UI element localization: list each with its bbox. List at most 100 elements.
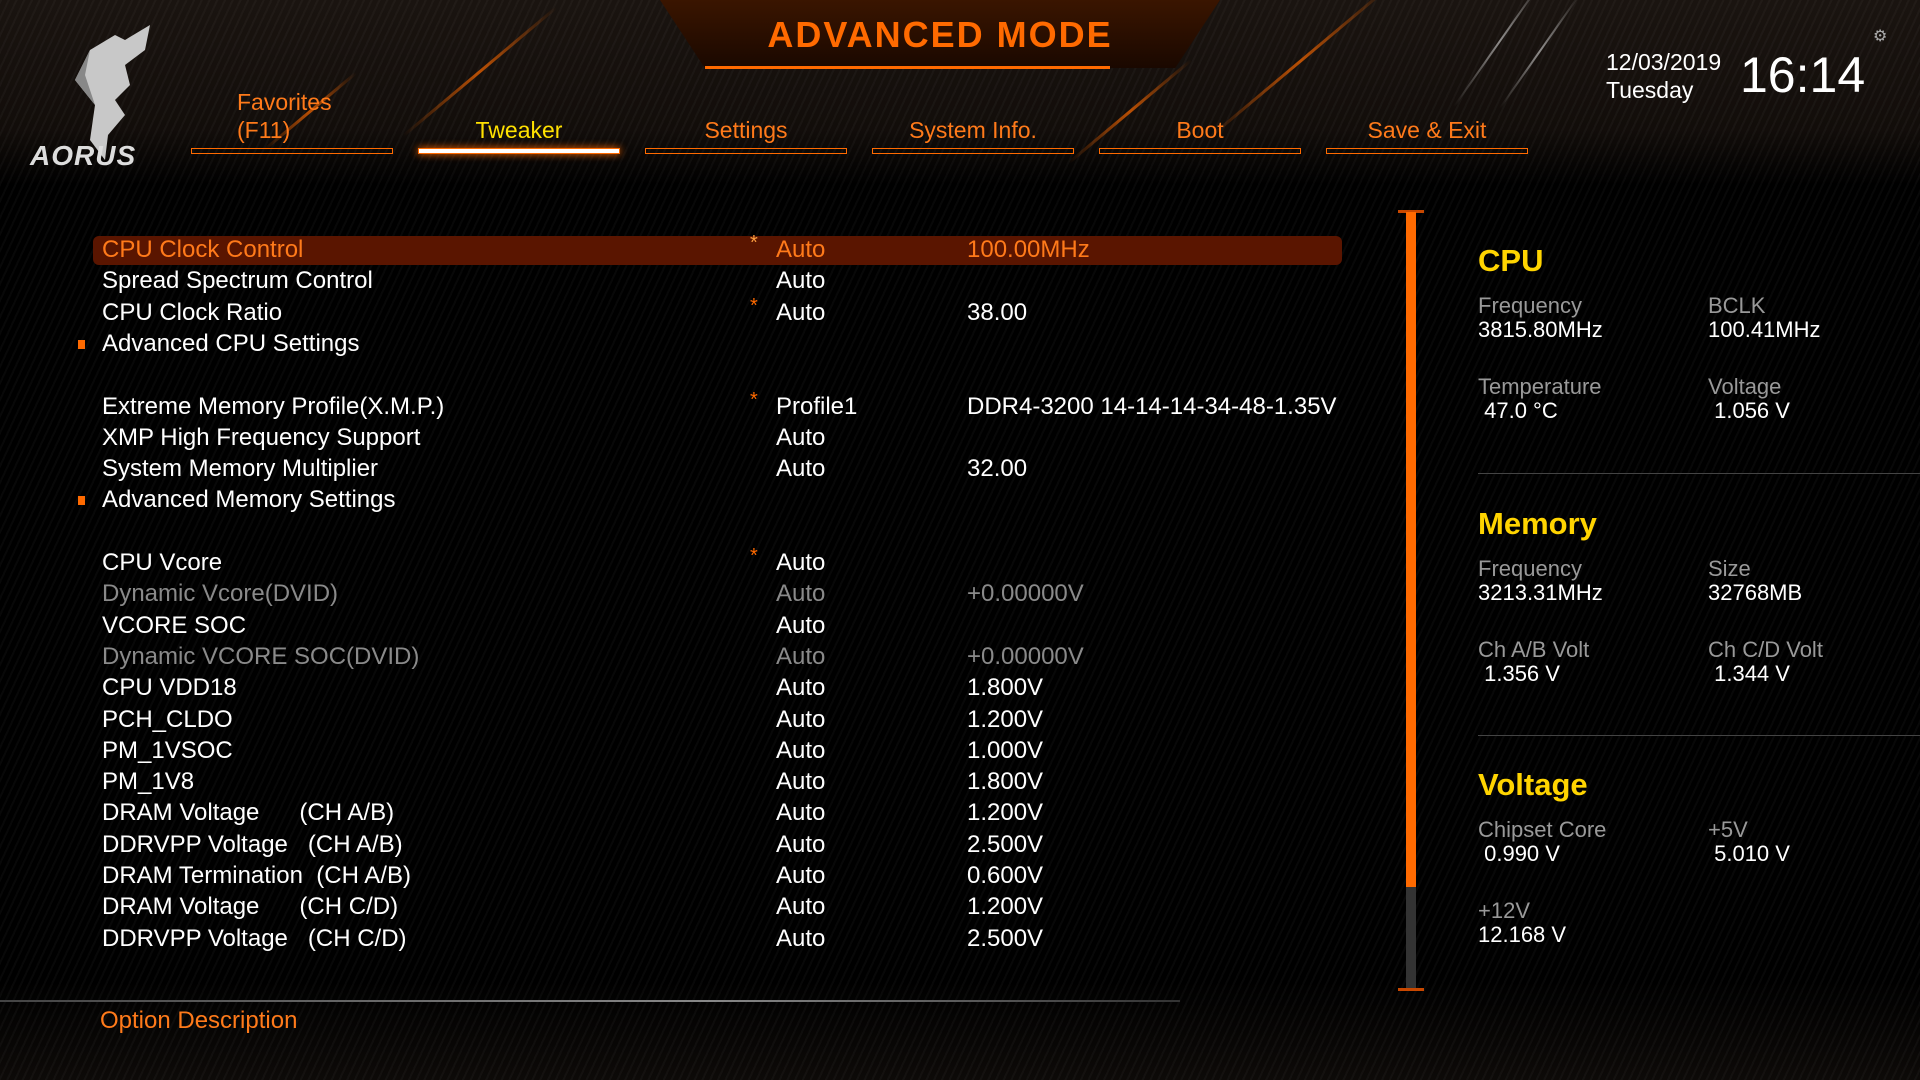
setting-value[interactable]: Auto (776, 860, 825, 891)
gear-icon[interactable]: ⚙ (1873, 26, 1887, 46)
aorus-logo-text: AORUS (30, 140, 137, 171)
star-icon: * (750, 294, 758, 317)
setting-row[interactable]: VCORE SOC Auto (0, 610, 1360, 641)
setting-label: DRAM Voltage (CH C/D) (102, 893, 399, 921)
setting-label: PM_1VSOC (102, 736, 233, 764)
setting-row[interactable]: CPU Clock Ratio * Auto 38.00 (0, 295, 1360, 328)
setting-value[interactable]: Auto (776, 641, 825, 672)
tab-label: Tweaker (475, 117, 563, 143)
tab-settings[interactable]: Settings (645, 84, 847, 154)
setting-value[interactable]: Auto (776, 829, 825, 860)
cpu-temp-label: Temperature (1478, 374, 1602, 399)
setting-current-value: 1.200V (967, 705, 1044, 733)
setting-label: Extreme Memory Profile(X.M.P.) (102, 392, 445, 420)
setting-row[interactable]: XMP High Frequency Support Auto (0, 422, 1360, 453)
tab-label: Favorites (F11) (237, 89, 332, 143)
setting-value[interactable]: Auto (776, 234, 825, 265)
tab-underline (418, 148, 620, 154)
setting-current-value: 1.200V (967, 893, 1044, 921)
setting-label: DRAM Termination (CH A/B) (102, 862, 411, 889)
setting-current-value: 0.600V (967, 862, 1044, 889)
tab-label: Boot (1176, 117, 1224, 143)
setting-row[interactable]: PM_1V8 Auto 1.800V (0, 766, 1360, 797)
tab-save-exit[interactable]: Save & Exit (1326, 84, 1528, 154)
tab-tweaker[interactable]: Tweaker (418, 84, 620, 154)
ch-ab-volt-label: Ch A/B Volt (1478, 637, 1590, 662)
setting-row[interactable]: Advanced CPU Settings (0, 328, 1360, 359)
setting-value[interactable]: Auto (776, 891, 825, 922)
setting-label: VCORE SOC (102, 611, 247, 639)
setting-current-value: 1.800V (967, 674, 1044, 702)
memory-frequency-label: Frequency (1478, 556, 1582, 581)
setting-label: DDRVPP Voltage (CH A/B) (102, 830, 403, 858)
ch-cd-volt-value: 1.344 V (1708, 661, 1790, 686)
star-icon: * (750, 232, 758, 254)
chipset-core-label: Chipset Core (1478, 817, 1607, 842)
setting-value[interactable]: Auto (776, 547, 825, 578)
setting-current-value: 38.00 (967, 298, 1028, 326)
cpu-temp-value: 47.0 °C (1478, 398, 1558, 423)
date: 12/03/2019 (1606, 49, 1722, 75)
ch-ab-volt-value: 1.356 V (1478, 661, 1560, 686)
star-icon: * (750, 545, 758, 567)
setting-value[interactable]: Auto (776, 297, 825, 328)
divider (0, 1000, 1180, 1002)
setting-value[interactable]: Profile1 (776, 391, 857, 422)
cpu-voltage-label: Voltage (1708, 374, 1782, 399)
setting-value[interactable]: Auto (776, 735, 825, 766)
setting-row[interactable]: CPU Clock Control * Auto 100.00MHz (0, 232, 1360, 265)
setting-value[interactable]: Auto (776, 766, 825, 797)
setting-row: Dynamic Vcore(DVID) Auto +0.00000V (0, 578, 1360, 609)
setting-row[interactable]: CPU VDD18 Auto 1.800V (0, 672, 1360, 703)
tab-underline (1326, 148, 1528, 154)
tab-boot[interactable]: Boot (1099, 84, 1301, 154)
setting-value[interactable]: Auto (776, 704, 825, 735)
setting-row[interactable]: DRAM Voltage (CH A/B) Auto 1.200V (0, 797, 1360, 828)
setting-value[interactable]: Auto (776, 797, 825, 828)
page-title: ADVANCED MODE (767, 14, 1113, 55)
voltage-heading: Voltage (1478, 767, 1588, 802)
setting-value[interactable]: Auto (776, 422, 825, 453)
tab-underline (1099, 148, 1301, 154)
tab-system-info[interactable]: System Info. (872, 84, 1074, 154)
setting-label: CPU Vcore (102, 549, 223, 576)
setting-value[interactable]: Auto (776, 610, 825, 641)
star-icon: * (750, 388, 758, 411)
divider (1478, 473, 1920, 474)
plus12v-label: +12V (1478, 898, 1530, 923)
setting-value[interactable]: Auto (776, 923, 825, 954)
setting-value[interactable]: Auto (776, 578, 825, 609)
memory-heading: Memory (1478, 506, 1597, 541)
setting-current-value: 1.000V (967, 736, 1044, 764)
tab-favorites[interactable]: Favorites (F11) (191, 84, 393, 154)
setting-row[interactable]: DRAM Voltage (CH C/D) Auto 1.200V (0, 891, 1360, 922)
setting-row[interactable]: PM_1VSOC Auto 1.000V (0, 735, 1360, 766)
submenu-bullet-icon (78, 339, 85, 349)
cpu-heading: CPU (1478, 243, 1544, 278)
setting-label: CPU Clock Ratio (102, 298, 283, 326)
setting-current-value: 1.200V (967, 799, 1044, 827)
cpu-voltage-value: 1.056 V (1708, 398, 1790, 423)
setting-current-value: 2.500V (967, 924, 1044, 952)
setting-row[interactable]: Advanced Memory Settings (0, 484, 1360, 515)
tab-label: Settings (704, 117, 788, 143)
setting-row[interactable]: PCH_CLDO Auto 1.200V (0, 704, 1360, 735)
setting-row[interactable]: DDRVPP Voltage (CH A/B) Auto 2.500V (0, 829, 1360, 860)
setting-row[interactable]: DDRVPP Voltage (CH C/D) Auto 2.500V (0, 923, 1360, 954)
setting-current-value: 100.00MHz (967, 236, 1090, 263)
setting-value[interactable]: Auto (776, 265, 825, 296)
setting-label: CPU Clock Control (102, 236, 304, 263)
setting-row[interactable]: CPU Vcore * Auto (0, 545, 1360, 578)
setting-row[interactable]: Spread Spectrum Control Auto (0, 265, 1360, 296)
setting-label: Dynamic VCORE SOC(DVID) (102, 642, 420, 670)
setting-current-value: +0.00000V (967, 580, 1084, 608)
setting-row[interactable]: Extreme Memory Profile(X.M.P.) * Profile1 D… (0, 389, 1360, 422)
date-display: 12/03/2019 Tuesday (1606, 48, 1721, 104)
setting-current-value: 32.00 (967, 455, 1028, 483)
setting-row[interactable]: System Memory Multiplier Auto 32.00 (0, 453, 1360, 484)
setting-value[interactable]: Auto (776, 672, 825, 703)
scrollbar-thumb[interactable] (1406, 212, 1416, 888)
setting-row[interactable]: DRAM Termination (CH A/B) Auto 0.600V (0, 860, 1360, 891)
setting-label: Spread Spectrum Control (102, 267, 373, 295)
setting-value[interactable]: Auto (776, 453, 825, 484)
